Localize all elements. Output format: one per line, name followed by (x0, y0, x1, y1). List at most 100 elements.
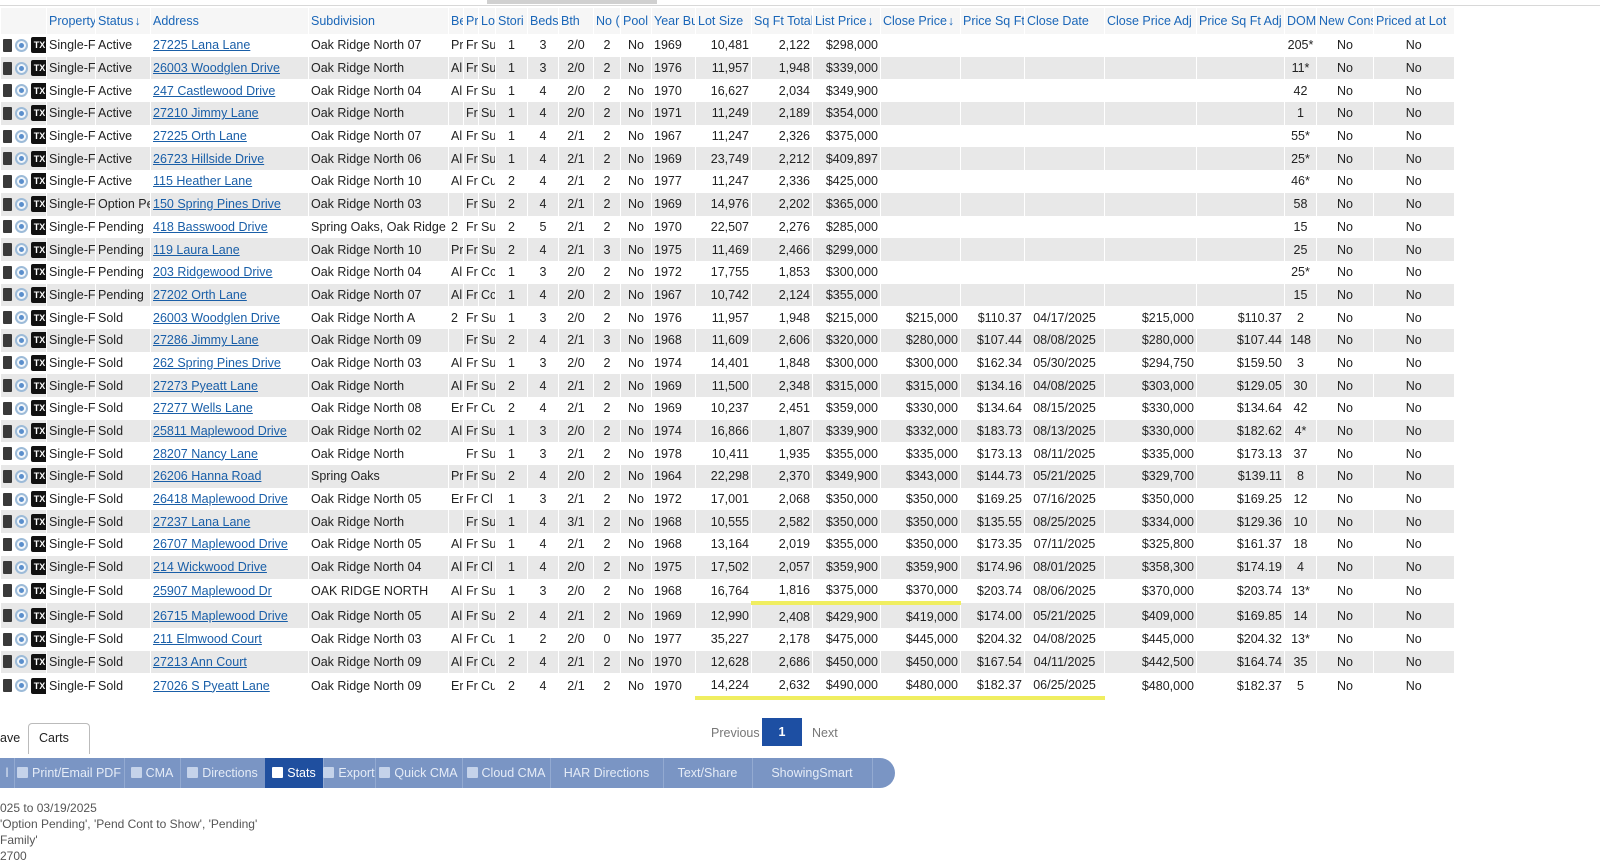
toolbar-button-9[interactable]: Text/Share (663, 758, 753, 788)
address-link[interactable]: 27277 Wells Lane (153, 401, 253, 415)
table-row[interactable]: TX Single-F Active 247 Castlewood Drive Oak … (0, 79, 1454, 103)
table-row[interactable]: TX Single-F Sold 262 Spring Pines Drive Oak … (0, 351, 1454, 375)
table-row[interactable]: TX Single-F Sold 27277 Wells Lane Oak Ridge … (0, 397, 1454, 420)
tx-icon[interactable]: TX (31, 445, 47, 462)
toolbar-button-8[interactable]: HAR Directions (550, 758, 664, 788)
address-link[interactable]: 25907 Maplewood Dr (153, 584, 272, 598)
globe-icon[interactable] (15, 197, 28, 211)
column-header-beds[interactable]: Beds (527, 8, 559, 34)
edit-icon[interactable] (3, 38, 12, 52)
address-link[interactable]: 27225 Orth Lane (153, 129, 247, 143)
tx-icon[interactable]: TX (31, 607, 47, 624)
edit-icon[interactable] (3, 609, 12, 623)
globe-icon[interactable] (15, 106, 28, 120)
globe-icon[interactable] (15, 220, 28, 234)
address-link[interactable]: 26003 Woodglen Drive (153, 311, 280, 325)
sort-desc-icon[interactable]: ↓ (134, 14, 140, 28)
tx-icon[interactable]: TX (31, 582, 47, 599)
column-header-no[interactable]: No ( (593, 8, 621, 34)
tab-save[interactable]: ave (0, 724, 20, 752)
globe-icon[interactable] (15, 265, 28, 279)
tx-icon[interactable]: TX (31, 559, 47, 576)
sort-desc-icon[interactable]: ↓ (948, 14, 954, 28)
tx-icon[interactable]: TX (31, 377, 47, 394)
table-row[interactable]: TX Single-F Sold 26206 Hanna Road Spring Oak… (0, 465, 1454, 488)
tx-icon[interactable]: TX (31, 513, 47, 530)
column-header-bth[interactable]: Bth (558, 8, 594, 34)
address-link[interactable]: 26715 Maplewood Drive (153, 609, 288, 623)
globe-icon[interactable] (15, 288, 28, 302)
column-header-lot[interactable]: Lot Size (695, 8, 752, 34)
globe-icon[interactable] (15, 609, 28, 623)
table-row[interactable]: TX Single-F Active 27225 Orth Lane Oak Ridge… (0, 124, 1454, 148)
tx-icon[interactable]: TX (31, 82, 47, 99)
globe-icon[interactable] (15, 379, 28, 393)
table-row[interactable]: TX Single-F Sold 27026 S Pyeatt Lane Oak Rid… (0, 673, 1454, 700)
table-row[interactable]: TX Single-F Option Pe 150 Spring Pines Driv… (0, 192, 1454, 216)
edit-icon[interactable] (3, 84, 12, 98)
address-link[interactable]: 119 Laura Lane (153, 243, 240, 257)
address-link[interactable]: 150 Spring Pines Drive (153, 197, 281, 211)
address-link[interactable]: 26003 Woodglen Drive (153, 61, 280, 75)
edit-icon[interactable] (3, 560, 12, 574)
tab-carts[interactable]: Carts (28, 723, 90, 754)
address-link[interactable]: 262 Spring Pines Drive (153, 356, 281, 370)
address-link[interactable]: 27210 Jimmy Lane (153, 106, 259, 120)
toolbar-button-0[interactable]: l (0, 758, 15, 788)
edit-icon[interactable] (3, 424, 12, 438)
table-row[interactable]: TX Single-F Sold 25907 Maplewood Dr OAK RIDG… (0, 578, 1454, 606)
column-header-sqft[interactable]: Sq Ft Total (751, 8, 813, 34)
globe-icon[interactable] (15, 469, 28, 483)
globe-icon[interactable] (15, 243, 28, 257)
tx-icon[interactable]: TX (31, 173, 47, 190)
edit-icon[interactable] (3, 515, 12, 529)
tx-icon[interactable]: TX (31, 150, 47, 167)
page-1-button[interactable]: 1 (762, 718, 802, 746)
table-row[interactable]: TX Single-F Sold 214 Wickwood Drive Oak Ridg… (0, 555, 1454, 579)
edit-icon[interactable] (3, 584, 12, 598)
edit-icon[interactable] (3, 220, 12, 234)
globe-icon[interactable] (15, 38, 28, 52)
column-header-status[interactable]: Status↓ (95, 8, 151, 34)
column-header-property[interactable]: Property (46, 8, 96, 34)
table-row[interactable]: TX Single-F Sold 211 Elmwood Court Oak Ridge… (0, 627, 1454, 651)
globe-icon[interactable] (15, 129, 28, 143)
edit-icon[interactable] (3, 197, 12, 211)
address-link[interactable]: 115 Heather Lane (153, 174, 252, 188)
address-link[interactable]: 26723 Hillside Drive (153, 152, 264, 166)
address-link[interactable]: 203 Ridgewood Drive (153, 265, 273, 279)
tx-icon[interactable]: TX (31, 354, 47, 371)
tx-icon[interactable]: TX (31, 264, 47, 281)
address-link[interactable]: 26418 Maplewood Drive (153, 492, 288, 506)
table-row[interactable]: TX Single-F Sold 25811 Maplewood Drive Oak R… (0, 419, 1454, 443)
globe-icon[interactable] (15, 632, 28, 646)
edit-icon[interactable] (3, 288, 12, 302)
address-link[interactable]: 27213 Ann Court (153, 655, 247, 669)
edit-icon[interactable] (3, 152, 12, 166)
toolbar-button-1[interactable]: Print/Email PDF (14, 758, 125, 788)
globe-icon[interactable] (15, 447, 28, 461)
edit-icon[interactable] (3, 655, 12, 669)
globe-icon[interactable] (15, 333, 28, 347)
tx-icon[interactable]: TX (31, 491, 47, 508)
tx-icon[interactable]: TX (31, 241, 47, 258)
table-row[interactable]: TX Single-F Sold 27286 Jimmy Lane Oak Ridge … (0, 328, 1454, 352)
table-row[interactable]: TX Single-F Sold 26418 Maplewood Drive Oak R… (0, 487, 1454, 511)
table-row[interactable]: TX Single-F Sold 27273 Pyeatt Lane Oak Ridge… (0, 374, 1454, 397)
edit-icon[interactable] (3, 243, 12, 257)
tx-icon[interactable]: TX (31, 400, 47, 417)
column-header-dom[interactable]: DOM (1284, 8, 1317, 34)
edit-icon[interactable] (3, 632, 12, 646)
table-row[interactable]: TX Single-F Pending 27202 Orth Lane Oak Ridg… (0, 283, 1454, 307)
table-row[interactable]: TX Single-F Sold 26707 Maplewood Drive Oak R… (0, 533, 1454, 556)
globe-icon[interactable] (15, 152, 28, 166)
globe-icon[interactable] (15, 584, 28, 598)
column-header-psf[interactable]: Price Sq Ft (960, 8, 1025, 34)
next-page-link[interactable]: Next (812, 726, 838, 740)
table-row[interactable]: TX Single-F Sold 26003 Woodglen Drive Oak Ri… (0, 306, 1454, 329)
column-header-stories[interactable]: Stori (495, 8, 528, 34)
tx-icon[interactable]: TX (31, 128, 47, 145)
tx-icon[interactable]: TX (31, 286, 47, 303)
table-row[interactable]: TX Single-F Active 26003 Woodglen Drive Oak … (0, 56, 1454, 80)
address-link[interactable]: 214 Wickwood Drive (153, 560, 267, 574)
